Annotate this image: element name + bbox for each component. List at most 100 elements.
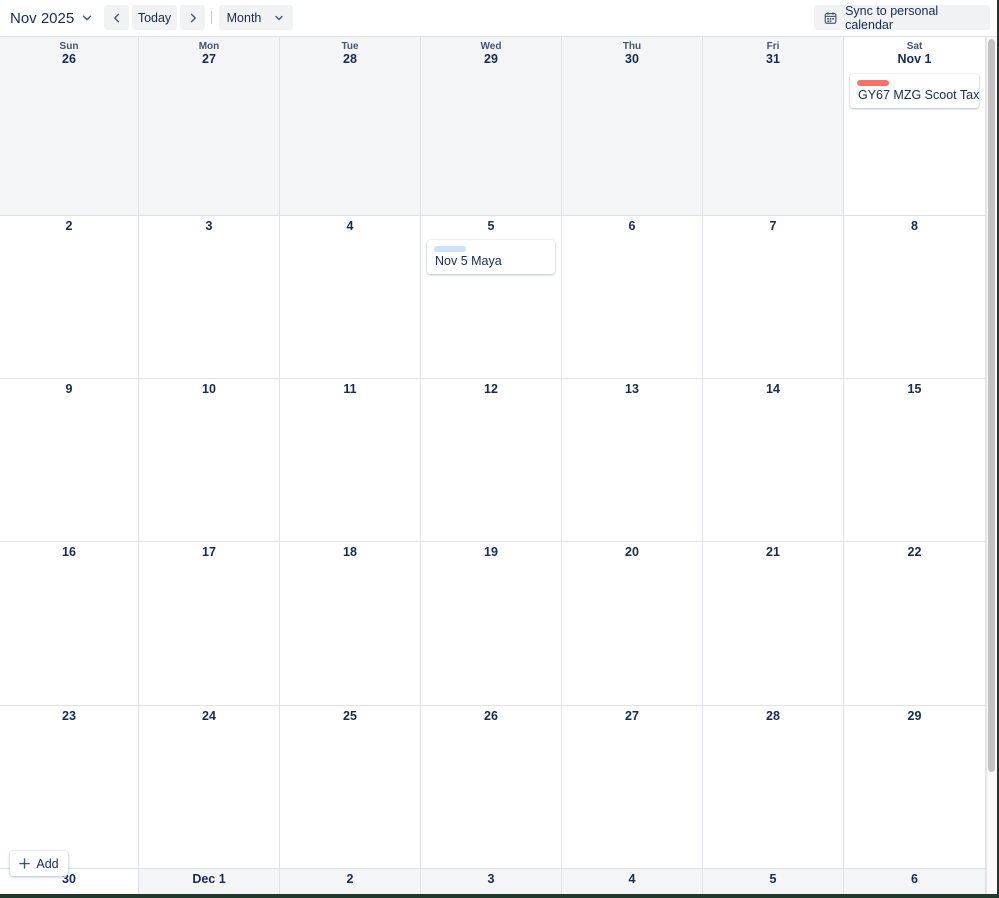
- day-cell[interactable]: 10: [139, 379, 280, 541]
- event-title: Nov 5 Maya: [435, 254, 502, 268]
- day-cell[interactable]: 2: [0, 216, 139, 378]
- month-picker[interactable]: Nov 2025: [10, 7, 94, 29]
- day-cell[interactable]: 22: [844, 542, 986, 705]
- day-cell[interactable]: 16: [0, 542, 139, 705]
- day-cell[interactable]: 6: [562, 216, 703, 378]
- day-number: 27: [625, 709, 639, 723]
- day-number: 15: [907, 382, 922, 396]
- week-row: 16 17 18 19 20 21 22: [0, 542, 986, 706]
- day-cell[interactable]: 3: [139, 216, 280, 378]
- calendar-window: Nov 2025 Today Month Sync to personal ca…: [0, 0, 997, 894]
- day-number: 3: [487, 872, 495, 886]
- day-number: 12: [484, 382, 498, 396]
- day-cell[interactable]: Fri 31: [703, 37, 844, 215]
- weekday-header: Mon: [198, 41, 220, 52]
- day-number: 22: [907, 545, 922, 559]
- day-cell[interactable]: 3: [421, 869, 562, 894]
- day-number: 4: [346, 219, 354, 233]
- calendar-event[interactable]: Nov 5 Maya: [427, 240, 555, 274]
- day-cell[interactable]: 20: [562, 542, 703, 705]
- next-month-button[interactable]: [180, 5, 205, 30]
- day-number: 14: [766, 382, 780, 396]
- day-cell[interactable]: 2: [280, 869, 421, 894]
- day-cell[interactable]: 6: [844, 869, 986, 894]
- sync-calendar-button[interactable]: Sync to personal calendar: [814, 4, 990, 32]
- day-number: 25: [343, 709, 357, 723]
- calendar-event[interactable]: GY67 MZG Scoot Tax: [850, 74, 979, 108]
- day-cell[interactable]: 17: [139, 542, 280, 705]
- today-button[interactable]: Today: [132, 5, 177, 30]
- day-cell[interactable]: 5 Nov 5 Maya: [421, 216, 562, 378]
- day-number: 7: [769, 219, 777, 233]
- day-cell[interactable]: Mon 27: [139, 37, 280, 215]
- plus-icon: [19, 858, 31, 869]
- day-cell[interactable]: Thu 30: [562, 37, 703, 215]
- toolbar-divider: [211, 11, 212, 24]
- day-cell[interactable]: 18: [280, 542, 421, 705]
- calendar-icon: [824, 11, 837, 24]
- day-cell[interactable]: 28: [703, 706, 844, 868]
- day-cell[interactable]: Wed 29: [421, 37, 562, 215]
- day-number: 4: [628, 872, 636, 886]
- day-number: 26: [62, 52, 76, 66]
- day-cell[interactable]: 7: [703, 216, 844, 378]
- day-number: 23: [62, 709, 76, 723]
- day-cell[interactable]: 5: [703, 869, 844, 894]
- week-row: Sun 26 Mon 27 Tue 28 Wed 29 Thu 30 Fri 31 Sat Nov 1 GY…: [0, 37, 986, 216]
- day-number: 20: [625, 545, 639, 559]
- day-cell[interactable]: 27: [562, 706, 703, 868]
- add-button[interactable]: Add: [10, 851, 68, 876]
- day-number: 24: [202, 709, 216, 723]
- day-cell[interactable]: Sat Nov 1 GY67 MZG Scoot Tax: [844, 37, 986, 215]
- day-cell[interactable]: 4: [562, 869, 703, 894]
- day-cell[interactable]: Tue 28: [280, 37, 421, 215]
- day-number: 3: [205, 219, 213, 233]
- day-number: 6: [911, 872, 918, 886]
- day-number: 30: [625, 52, 639, 66]
- day-cell[interactable]: 13: [562, 379, 703, 541]
- day-cell[interactable]: 29: [844, 706, 986, 868]
- day-number: 21: [766, 545, 780, 559]
- event-color-bar: [857, 80, 889, 86]
- day-cell[interactable]: 4: [280, 216, 421, 378]
- day-number: Nov 1: [897, 52, 932, 66]
- chevron-down-icon: [83, 15, 92, 21]
- day-cell[interactable]: Dec 1: [139, 869, 280, 894]
- day-number: 16: [62, 545, 76, 559]
- chevron-right-icon: [190, 13, 196, 22]
- weekday-header: Fri: [766, 41, 780, 52]
- scrollbar-thumb[interactable]: [988, 39, 995, 772]
- weekday-header: Sun: [59, 41, 79, 52]
- weekday-header: Wed: [480, 41, 502, 52]
- previous-month-button[interactable]: [104, 5, 129, 30]
- day-number: 2: [346, 872, 354, 886]
- day-number: 5: [769, 872, 777, 886]
- weekday-header: Thu: [622, 41, 642, 52]
- day-cell[interactable]: 21: [703, 542, 844, 705]
- day-cell[interactable]: 19: [421, 542, 562, 705]
- day-cell[interactable]: 24: [139, 706, 280, 868]
- day-cell[interactable]: 14: [703, 379, 844, 541]
- day-cell[interactable]: Sun 26: [0, 37, 139, 215]
- day-number: 27: [202, 52, 216, 66]
- day-cell[interactable]: 8: [844, 216, 986, 378]
- day-number: 19: [484, 545, 498, 559]
- day-number: 10: [202, 382, 216, 396]
- day-number: Dec 1: [192, 872, 226, 886]
- week-row: 30 Dec 123456: [0, 869, 986, 894]
- day-number: 31: [766, 52, 780, 66]
- event-title: GY67 MZG Scoot Tax: [858, 88, 980, 102]
- day-cell[interactable]: 25: [280, 706, 421, 868]
- week-row: 2 3 4 5 Nov 5 Maya 6 7 8: [0, 216, 986, 379]
- day-cell[interactable]: 11: [280, 379, 421, 541]
- day-cell[interactable]: 15: [844, 379, 986, 541]
- month-label: Nov 2025: [10, 9, 75, 27]
- day-cell[interactable]: 12: [421, 379, 562, 541]
- chevron-down-icon: [275, 15, 284, 20]
- day-cell[interactable]: 26: [421, 706, 562, 868]
- day-cell[interactable]: 9: [0, 379, 139, 541]
- chevron-left-icon: [113, 13, 119, 22]
- view-select-button[interactable]: Month: [219, 5, 293, 30]
- week-row: 9 10 11 12 13 14 15: [0, 379, 986, 542]
- day-cell[interactable]: 23: [0, 706, 139, 868]
